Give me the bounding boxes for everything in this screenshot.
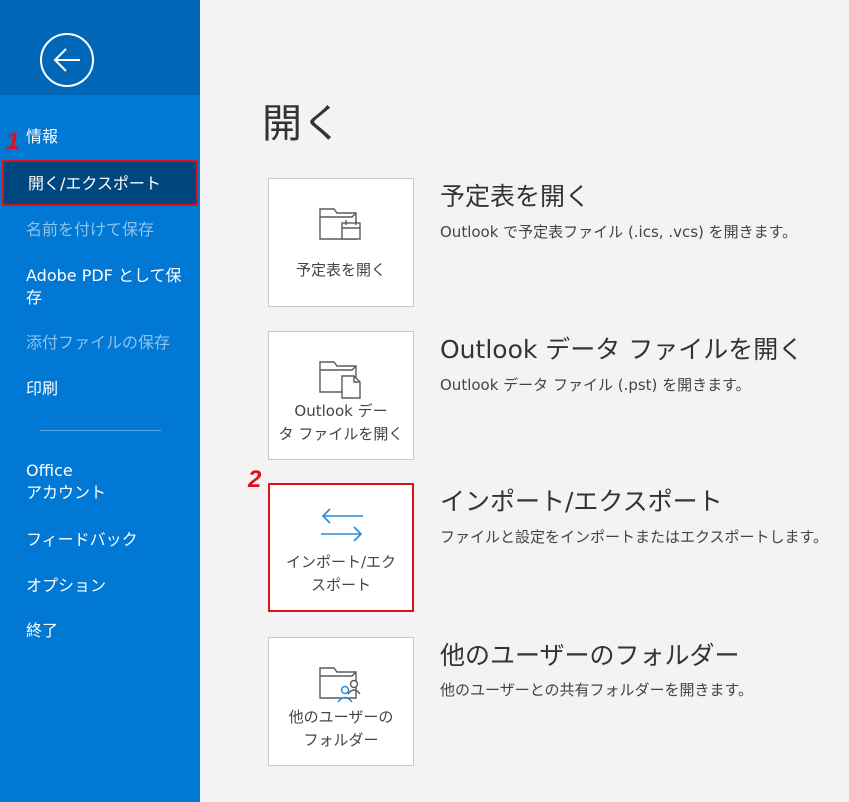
open-data-file-tile[interactable]: Outlook デー タ ファイルを開く (268, 331, 414, 460)
import-export-icon (321, 508, 363, 542)
step-2-marker: 2 (248, 466, 262, 493)
nav-print[interactable]: 印刷 (26, 378, 58, 400)
open-data-file-tile-label-2: タ ファイルを開く (278, 425, 404, 443)
nav-save-as: 名前を付けて保存 (26, 220, 155, 239)
page-title: 開く (262, 101, 342, 147)
open-calendar-tile[interactable]: 予定表を開く (268, 178, 414, 307)
back-arrow-icon (53, 48, 80, 72)
other-user-folder-tile-label-2: フォルダー (303, 731, 379, 749)
import-export-tile-label-1: インポート/エク (285, 553, 397, 571)
import-export-tile[interactable]: インポート/エク スポート (268, 483, 414, 612)
nav-office-account-line1: Office (26, 461, 73, 480)
nav-save-adobe-pdf[interactable]: Adobe PDF として保 存 (26, 265, 181, 309)
nav-feedback[interactable]: フィードバック (26, 529, 138, 551)
other-user-folder-title: 他のユーザーのフォルダー (440, 641, 740, 670)
sidebar-header (0, 0, 200, 95)
nav-save-adobe-pdf-line2: 存 (26, 288, 43, 307)
open-calendar-description: Outlook で予定表ファイル (.ics, .vcs) を開きます。 (440, 223, 798, 241)
nav-open-export[interactable]: 開く/エクスポート (2, 160, 198, 206)
open-calendar-title: 予定表を開く (440, 182, 591, 211)
open-data-file-description: Outlook データ ファイル (.pst) を開きます。 (440, 376, 751, 394)
other-user-folder-description: 他のユーザーとの共有フォルダーを開きます。 (440, 681, 754, 699)
step-1-marker: 1 (6, 128, 20, 155)
open-data-file-title: Outlook データ ファイルを開く (440, 335, 804, 364)
other-user-folder-tile-label-1: 他のユーザーの (288, 708, 394, 726)
backstage-sidebar: 情報 開く/エクスポート 名前を付けて保存 Adobe PDF として保 存 添… (0, 0, 200, 802)
nav-save-adobe-pdf-line1: Adobe PDF として保 (26, 266, 182, 285)
nav-open-export-label: 開く/エクスポート (28, 174, 161, 193)
calendar-folder-icon (319, 208, 361, 240)
other-user-folder-tile[interactable]: 他のユーザーの フォルダー (268, 637, 414, 766)
sidebar-divider (40, 430, 161, 431)
nav-office-account[interactable]: Office アカウント (26, 460, 106, 504)
open-data-file-tile-label-1: Outlook デー (294, 402, 388, 420)
shared-folder-icon (319, 667, 361, 703)
nav-exit[interactable]: 終了 (26, 620, 58, 642)
nav-office-account-line2: アカウント (26, 483, 107, 502)
import-export-tile-label-2: スポート (310, 576, 371, 594)
data-file-folder-icon (319, 361, 361, 399)
nav-info[interactable]: 情報 (26, 126, 58, 148)
nav-options[interactable]: オプション (26, 575, 106, 597)
import-export-title: インポート/エクスポート (440, 487, 723, 516)
back-button[interactable] (40, 33, 94, 87)
open-calendar-tile-label: 予定表を開く (295, 261, 386, 279)
import-export-description: ファイルと設定をインポートまたはエクスポートします。 (440, 528, 829, 546)
nav-save-attachments: 添付ファイルの保存 (26, 333, 171, 352)
